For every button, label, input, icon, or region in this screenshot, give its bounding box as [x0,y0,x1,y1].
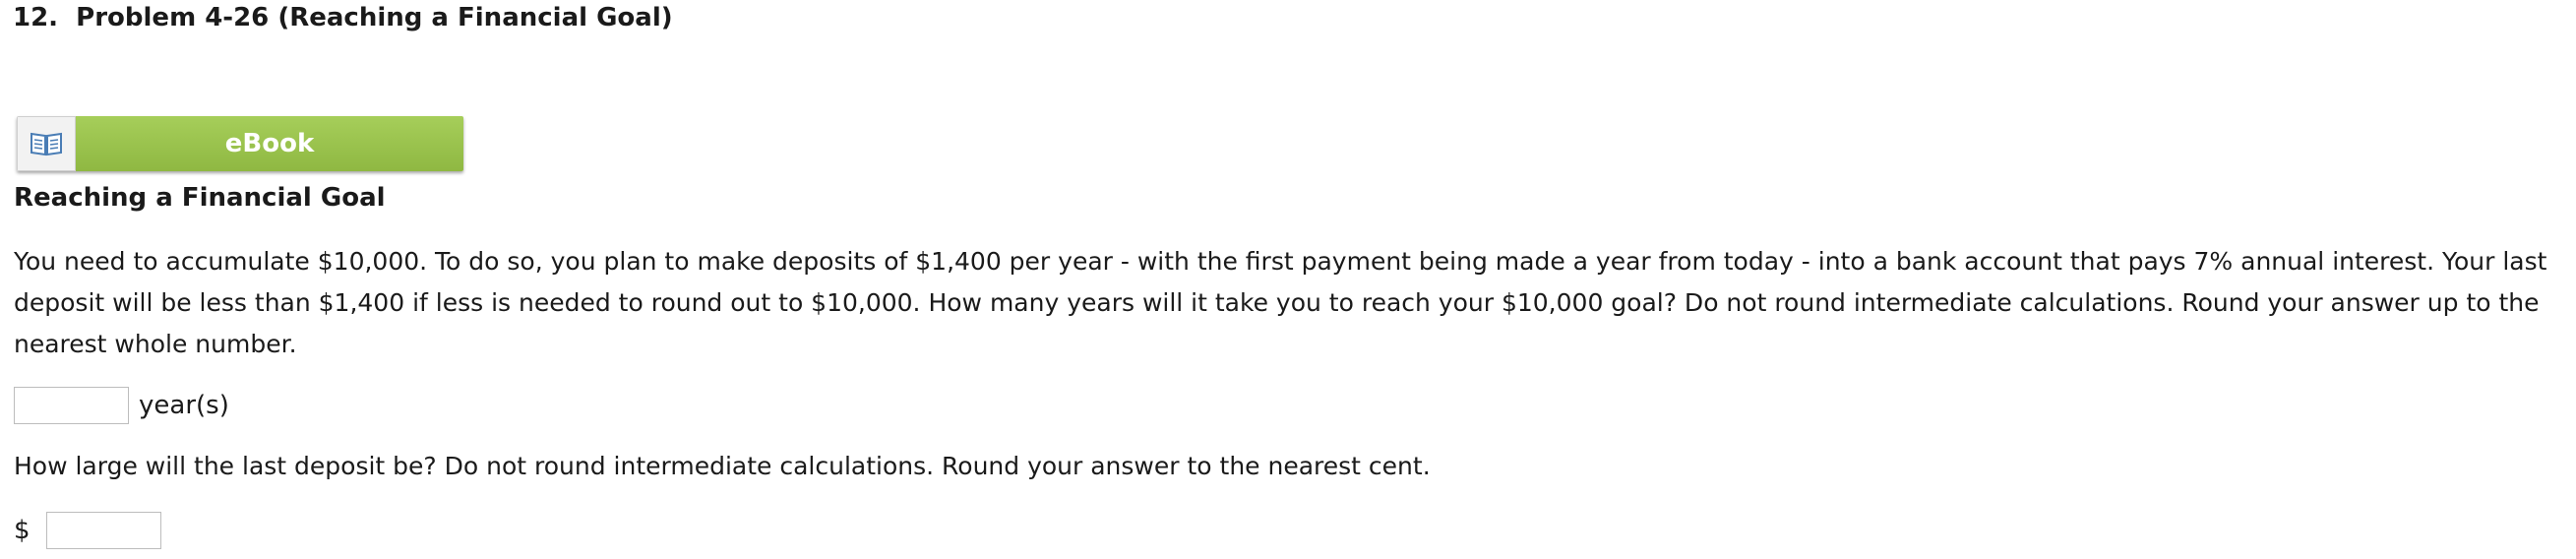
ebook-icon-container [17,116,76,171]
page: 12. Problem 4-26 (Reaching a Financial G… [0,0,2576,559]
question-2-text: How large will the last deposit be? Do n… [14,452,1431,480]
problem-title: Problem 4-26 (Reaching a Financial Goal) [76,3,673,32]
ebook-button[interactable]: eBook [17,116,463,171]
years-input[interactable] [14,387,129,424]
last-deposit-input[interactable] [45,512,161,549]
section-title: Reaching a Financial Goal [14,183,386,213]
book-icon [31,132,62,156]
ebook-label[interactable]: eBook [76,116,463,171]
years-unit-label: year(s) [139,391,229,420]
currency-label: $ [14,516,31,545]
problem-header: 12. Problem 4-26 (Reaching a Financial G… [13,0,673,35]
question-text: You need to accumulate $10,000. To do so… [14,247,2547,358]
years-answer-row: year(s) [14,387,229,424]
problem-number: 12. [13,3,59,32]
deposit-answer-row: $ [14,512,161,549]
